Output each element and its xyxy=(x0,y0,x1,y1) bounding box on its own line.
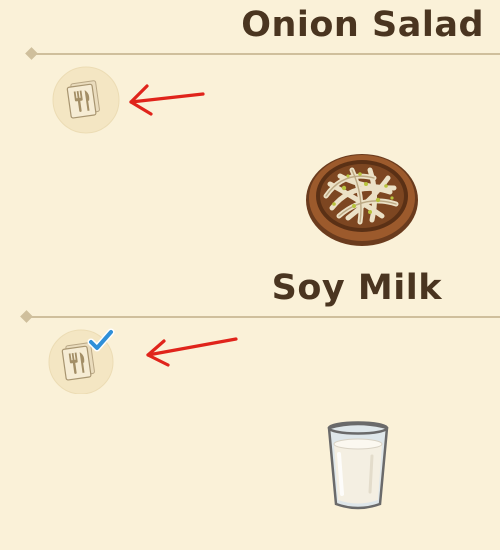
onion-salad-dish-icon xyxy=(304,148,420,252)
divider-diamond xyxy=(20,310,33,323)
section-divider xyxy=(26,316,500,318)
recipe-card-icon[interactable] xyxy=(52,66,120,138)
red-arrow-icon xyxy=(125,82,207,122)
recipe-screen: { "recipes": [ { "name": "Onion Salad", … xyxy=(0,0,500,550)
recipe-title-onion-salad: Onion Salad xyxy=(241,5,484,45)
soy-milk-glass-icon xyxy=(325,420,391,516)
recipe-title-soy-milk: Soy Milk xyxy=(271,268,442,308)
section-divider xyxy=(30,53,500,55)
recipe-card-cooked-icon[interactable] xyxy=(47,326,117,398)
red-arrow-icon xyxy=(142,333,240,373)
divider-diamond xyxy=(25,47,38,60)
